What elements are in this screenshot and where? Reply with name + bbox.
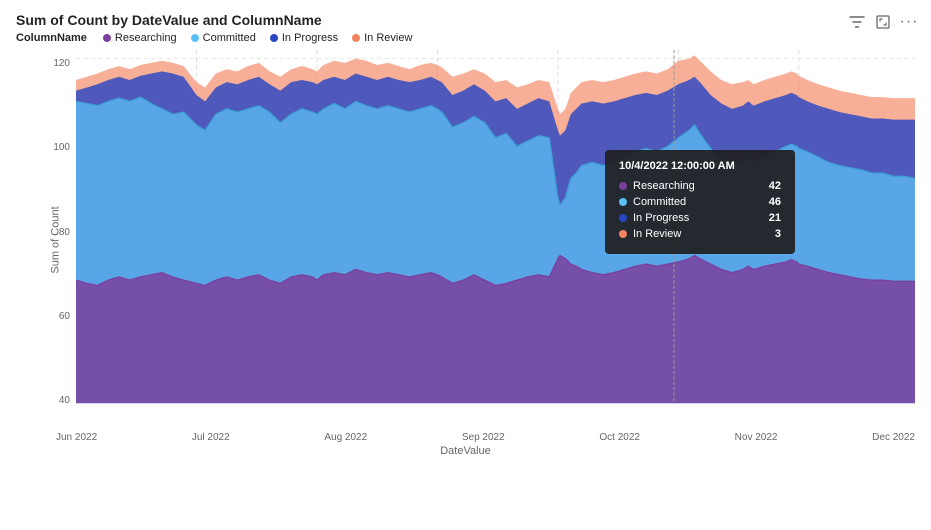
chart-title: Sum of Count by DateValue and ColumnName: [16, 12, 915, 28]
y-axis-label: Sum of Count: [50, 206, 62, 273]
x-tick-jul2022: Jul 2022: [192, 432, 230, 443]
legend-item-researching: Researching: [103, 32, 177, 44]
y-tick-40: 40: [59, 395, 70, 406]
legend-item-committed: Committed: [191, 32, 256, 44]
y-tick-60: 60: [59, 311, 70, 322]
chart-toolbar: ···: [847, 12, 919, 32]
x-tick-aug2022: Aug 2022: [324, 432, 367, 443]
filter-icon[interactable]: [847, 12, 867, 32]
x-axis: Jun 2022 Jul 2022 Aug 2022 Sep 2022 Oct …: [16, 432, 915, 443]
legend-label-inprogress: In Progress: [282, 32, 338, 44]
y-tick-120: 120: [53, 58, 70, 69]
legend: ColumnName Researching Committed In Prog…: [16, 32, 915, 44]
chart-svg: [76, 50, 915, 430]
x-tick-dec2022: Dec 2022: [872, 432, 915, 443]
y-tick-100: 100: [53, 142, 70, 153]
x-axis-title: DateValue: [16, 445, 915, 457]
x-tick-jun2022: Jun 2022: [56, 432, 97, 443]
x-tick-sep2022: Sep 2022: [462, 432, 505, 443]
legend-column-label: ColumnName: [16, 32, 87, 44]
x-tick-oct2022: Oct 2022: [599, 432, 640, 443]
legend-label-researching: Researching: [115, 32, 177, 44]
x-tick-nov2022: Nov 2022: [735, 432, 778, 443]
chart-container: Sum of Count by DateValue and ColumnName…: [0, 0, 931, 530]
legend-item-inprogress: In Progress: [270, 32, 338, 44]
chart-plot-area[interactable]: 10/4/2022 12:00:00 AM Researching 42 Com…: [76, 50, 915, 430]
legend-label-inreview: In Review: [364, 32, 412, 44]
expand-icon[interactable]: [873, 12, 893, 32]
legend-item-inreview: In Review: [352, 32, 412, 44]
legend-label-committed: Committed: [203, 32, 256, 44]
more-options-icon[interactable]: ···: [899, 12, 919, 32]
